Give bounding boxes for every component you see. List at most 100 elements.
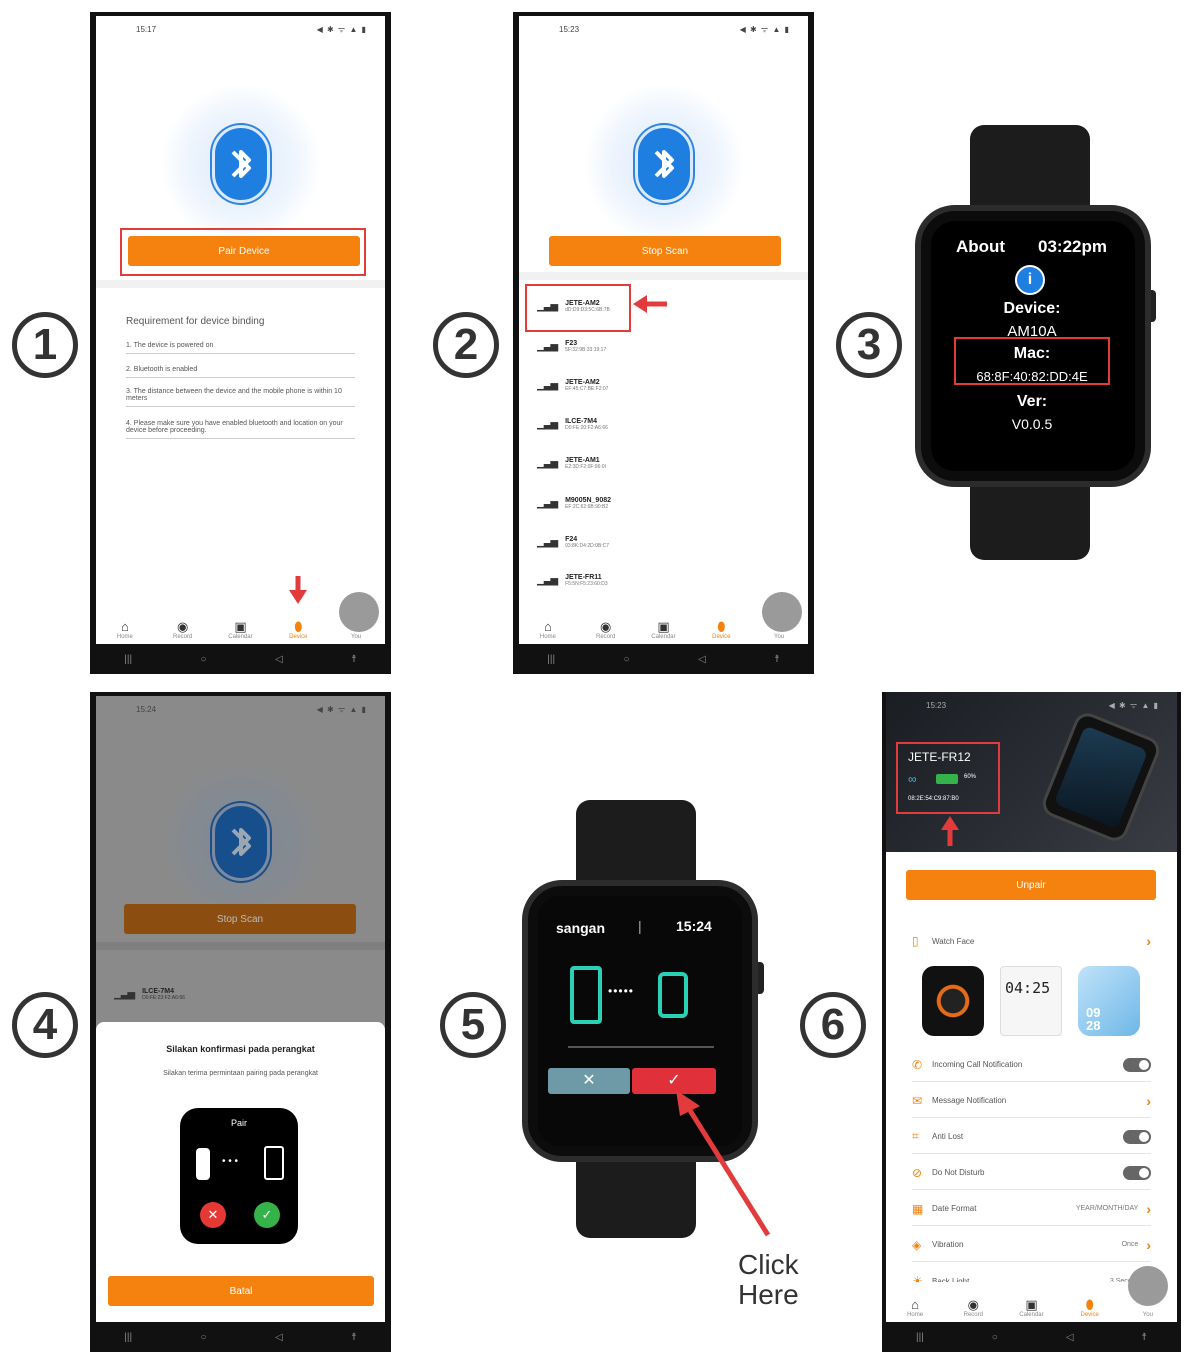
tab-record[interactable]: ◉ Record <box>953 1298 993 1319</box>
tab-record[interactable]: ◉ Record <box>163 619 203 641</box>
phone-screenshot-2: 15:23 ◀ ✱ ᯤ ▲ ▮ Stop Scan ▁▃▅ JETE-AM2 dD:D… <box>513 12 814 674</box>
device-mac: dD:D9:D3:5C:6B:7B <box>565 307 610 313</box>
back-icon[interactable]: ◁ <box>275 1332 283 1343</box>
device-mac: 5F:32:9B:33:19:17 <box>565 347 607 353</box>
chevron-right-icon: › <box>1146 1236 1151 1253</box>
phone-screenshot-6: 15:23 ◀ ✱ ᯤ ▲ ▮ JETE-FR12 ∞ 60% 08:2E:54:… <box>882 692 1181 1352</box>
watch-face-option-2[interactable]: 04:25 <box>1000 966 1062 1036</box>
device-row[interactable]: ▁▃▅ JETE-FR11 F5:5N:F5:23:60:D3 <box>537 574 608 587</box>
toggle-switch[interactable] <box>1123 1165 1151 1180</box>
floating-button[interactable] <box>762 592 802 632</box>
signal-icon: ▁▃▅ <box>537 575 558 586</box>
device-mac: F5:5N:F5:23:60:D3 <box>565 581 608 587</box>
setting-row-message[interactable]: ✉ Message Notification › <box>912 1084 1151 1118</box>
unpair-button[interactable]: Unpair <box>906 870 1156 900</box>
recents-icon[interactable]: ||| <box>124 654 132 665</box>
tab-device[interactable]: ⬮ Device <box>701 619 741 641</box>
recents-icon[interactable]: ||| <box>916 1332 924 1343</box>
person-icon[interactable]: ☨ <box>351 654 356 665</box>
device-row[interactable]: ▁▃▅ F23 5F:32:9B:33:19:17 <box>537 340 606 353</box>
device-row[interactable]: ▁▃▅ ILCE-7M4 D0:FE:20:F2:A6:66 <box>537 418 608 431</box>
status-bar: 15:17 ◀ ✱ ᯤ ▲ ▮ <box>96 16 385 42</box>
device-row[interactable]: ▁▃▅ JETE-AM2 dD:D9:D3:5C:6B:7B <box>537 300 610 313</box>
bluetooth-icon <box>634 125 693 203</box>
status-bar: 15:23 ◀ ✱ ᯤ ▲ ▮ <box>886 692 1177 718</box>
device-row[interactable]: ▁▃▅ M9005N_9082 EF:2C:62:6B:90:B2 <box>537 497 611 510</box>
setting-row-incoming-call[interactable]: ✆ Incoming Call Notification <box>912 1048 1151 1082</box>
home-nav-icon[interactable]: ○ <box>992 1332 998 1343</box>
phone-icon: ✆ <box>912 1057 923 1072</box>
step-3-badge: 3 <box>836 312 902 378</box>
person-icon[interactable]: ☨ <box>774 654 779 665</box>
watch-face-option-1[interactable] <box>922 966 984 1036</box>
tab-calendar[interactable]: ▣ Calendar <box>1011 1298 1051 1319</box>
phone-screenshot-1: 15:17 ◀ ✱ ᯤ ▲ ▮ Pair Device Requirement f… <box>90 12 391 674</box>
device-row[interactable]: ▁▃▅ JETE-AM2 EF:45:C7:BE:F2:07 <box>537 379 608 392</box>
tab-calendar[interactable]: ▣ Calendar <box>643 620 683 641</box>
device-row[interactable]: ▁▃▅ F24 93:8K:D4:2D:0B:C7 <box>537 536 609 549</box>
tab-home[interactable]: ⌂ Home <box>895 1298 935 1319</box>
device-mac: E2:3D:F2:0F:96:0I <box>565 464 606 470</box>
pair-label: Pair <box>230 1118 247 1128</box>
device-row[interactable]: ▁▃▅ ILCE-7M4 D0:FE:23:F2:A6:66 <box>114 988 185 1001</box>
calendar-icon: ▦ <box>912 1201 924 1216</box>
reject-icon[interactable]: ✕ <box>200 1202 226 1228</box>
tab-record[interactable]: ◉ Record <box>586 619 626 641</box>
watch-icon: ⬮ <box>294 619 303 634</box>
status-icons: ◀ ✱ ᯤ ▲ ▮ <box>316 24 367 34</box>
person-icon[interactable]: ☨ <box>351 1332 356 1343</box>
record-icon: ◉ <box>600 619 612 634</box>
toggle-switch[interactable] <box>1123 1129 1151 1144</box>
recents-icon[interactable]: ||| <box>547 654 555 665</box>
android-nav-bar: ||| ○ ◁ ☨ <box>90 1322 391 1352</box>
tab-home[interactable]: ⌂ Home <box>105 620 145 641</box>
device-row[interactable]: ▁▃▅ JETE-AM1 E2:3D:F2:0F:96:0I <box>537 457 606 470</box>
back-icon[interactable]: ◁ <box>1066 1332 1074 1343</box>
calendar-icon: ▣ <box>234 619 247 634</box>
toggle-switch[interactable] <box>1123 1057 1151 1072</box>
home-nav-icon[interactable]: ○ <box>201 1332 207 1343</box>
setting-row-date-format[interactable]: ▦ Date Format YEAR/MONTH/DAY › <box>912 1192 1151 1226</box>
watch-face-option-3[interactable]: 09 28 <box>1078 966 1140 1036</box>
cancel-button[interactable]: Batal <box>108 1276 374 1306</box>
setting-row-vibration[interactable]: ◈ Vibration Once › <box>912 1228 1151 1262</box>
bluetooth-halo <box>160 84 321 244</box>
reject-button[interactable]: ✕ <box>548 1068 630 1094</box>
tab-device[interactable]: ⬮ Device <box>278 619 318 641</box>
watch-icon: ⬮ <box>717 619 726 634</box>
home-nav-icon[interactable]: ○ <box>201 654 207 665</box>
stop-scan-button[interactable]: Stop Scan <box>124 904 356 934</box>
device-label: Device: <box>1003 300 1061 317</box>
requirement-title: Requirement for device binding <box>126 316 265 327</box>
back-icon[interactable]: ◁ <box>275 654 283 665</box>
device-mac: EF:45:C7:BE:F2:07 <box>565 386 609 392</box>
android-nav-bar: ||| ○ ◁ ☨ <box>513 644 814 674</box>
device-mac: D0:FE:23:F2:A6:66 <box>142 995 185 1001</box>
pair-device-button[interactable]: Pair Device <box>128 236 360 266</box>
floating-button[interactable] <box>339 592 379 632</box>
stop-scan-button[interactable]: Stop Scan <box>549 236 781 266</box>
setting-row-anti-lost[interactable]: ⌗ Anti Lost <box>912 1120 1151 1154</box>
watch-face-row[interactable]: ▯ Watch Face › <box>912 924 1151 958</box>
status-time: 15:24 <box>136 704 157 714</box>
device-name: ILCE-7M4 <box>142 988 174 995</box>
signal-icon: ▁▃▅ <box>537 341 558 352</box>
tab-device[interactable]: ⬮ Device <box>1070 1298 1110 1319</box>
screen: 15:23 ◀ ✱ ᯤ ▲ ▮ Stop Scan ▁▃▅ JETE-AM2 dD:D… <box>519 16 808 644</box>
record-icon: ◉ <box>177 619 189 634</box>
accept-icon[interactable]: ✓ <box>254 1202 280 1228</box>
setting-row-do-not-disturb[interactable]: ⊘ Do Not Disturb <box>912 1156 1151 1190</box>
person-icon[interactable]: ☨ <box>1142 1332 1147 1343</box>
status-bar: 15:23 ◀ ✱ ᯤ ▲ ▮ <box>519 16 808 42</box>
tab-home[interactable]: ⌂ Home <box>528 620 568 641</box>
info-icon: i <box>1015 265 1045 295</box>
floating-button[interactable] <box>1128 1266 1168 1306</box>
step-6-badge: 6 <box>800 992 866 1058</box>
signal-icon: ▁▃▅ <box>537 301 558 312</box>
chevron-right-icon: › <box>1146 1200 1151 1217</box>
home-nav-icon[interactable]: ○ <box>624 654 630 665</box>
mac-label: Mac: <box>1013 345 1051 362</box>
recents-icon[interactable]: ||| <box>124 1332 132 1343</box>
tab-calendar[interactable]: ▣ Calendar <box>220 619 260 641</box>
back-icon[interactable]: ◁ <box>698 654 706 665</box>
